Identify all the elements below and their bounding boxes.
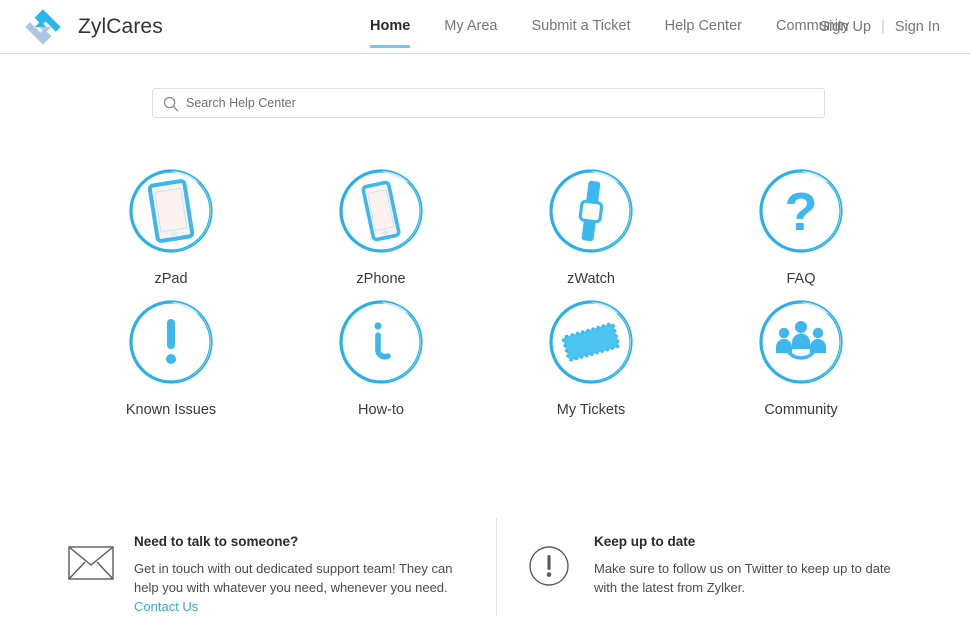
- nav-item-help-center[interactable]: Help Center: [665, 18, 742, 36]
- footer-contact-text: Need to talk to someone? Get in touch wi…: [134, 534, 454, 616]
- footer-updates-block: Keep up to date Make sure to follow us o…: [528, 534, 928, 597]
- footer-contact-title: Need to talk to someone?: [134, 534, 454, 549]
- category-row: Known Issues How-to: [66, 299, 906, 418]
- people-group-icon: [758, 299, 844, 385]
- category-zwatch[interactable]: zWatch: [486, 168, 696, 287]
- category-known-issues[interactable]: Known Issues: [66, 299, 276, 418]
- zylker-diamond-logo-icon: [24, 8, 62, 46]
- category-faq[interactable]: ? FAQ: [696, 168, 906, 287]
- footer-updates-text: Keep up to date Make sure to follow us o…: [594, 534, 914, 597]
- auth-separator: |: [881, 19, 885, 35]
- search-icon: [163, 96, 179, 112]
- category-label: Known Issues: [126, 402, 216, 418]
- brand-name: ZylCares: [78, 15, 163, 39]
- smartwatch-icon: [548, 168, 634, 254]
- category-label: How-to: [358, 402, 404, 418]
- footer: Need to talk to someone? Get in touch wi…: [0, 516, 970, 633]
- footer-updates-title: Keep up to date: [594, 534, 914, 549]
- footer-contact-body-text: Get in touch with out dedicated support …: [134, 561, 452, 595]
- nav-item-submit-a-ticket[interactable]: Submit a Ticket: [531, 18, 630, 36]
- footer-contact-body: Get in touch with out dedicated support …: [134, 559, 454, 616]
- category-zphone[interactable]: zPhone: [276, 168, 486, 287]
- exclamation-circle-icon: [528, 534, 574, 597]
- search-area: [152, 88, 825, 118]
- category-community[interactable]: Community: [696, 299, 906, 418]
- category-label: zPhone: [356, 271, 405, 287]
- nav-item-home[interactable]: Home: [370, 18, 410, 36]
- ticket-icon: [548, 299, 634, 385]
- category-how-to[interactable]: How-to: [276, 299, 486, 418]
- search-box[interactable]: [152, 88, 825, 118]
- help-center-page: ZylCares Home My Area Submit a Ticket He…: [0, 0, 970, 633]
- footer-divider: [496, 518, 497, 615]
- category-label: zPad: [154, 271, 187, 287]
- footer-contact-block: Need to talk to someone? Get in touch wi…: [68, 534, 468, 616]
- category-label: zWatch: [567, 271, 615, 287]
- category-label: FAQ: [786, 271, 815, 287]
- tablet-icon: [128, 168, 214, 254]
- contact-us-link[interactable]: Contact Us: [134, 599, 198, 614]
- svg-text:?: ?: [785, 182, 818, 242]
- envelope-icon: [68, 534, 114, 616]
- main-nav: Home My Area Submit a Ticket Help Center…: [370, 0, 883, 54]
- nav-item-my-area[interactable]: My Area: [444, 18, 497, 36]
- category-zpad[interactable]: zPad: [66, 168, 276, 287]
- question-mark-icon: ?: [758, 168, 844, 254]
- search-input[interactable]: [186, 90, 786, 116]
- info-i-icon: [338, 299, 424, 385]
- category-grid: zPad zPhone: [66, 168, 906, 430]
- smartphone-icon: [338, 168, 424, 254]
- footer-updates-body: Make sure to follow us on Twitter to kee…: [594, 559, 914, 597]
- brand-logo-area[interactable]: ZylCares: [24, 8, 163, 46]
- exclamation-mark-icon: [128, 299, 214, 385]
- site-header: ZylCares Home My Area Submit a Ticket He…: [0, 0, 970, 54]
- auth-links: Sign Up | Sign In: [819, 0, 940, 54]
- category-label: My Tickets: [557, 402, 625, 418]
- category-label: Community: [764, 402, 837, 418]
- sign-up-link[interactable]: Sign Up: [819, 19, 871, 35]
- category-my-tickets[interactable]: My Tickets: [486, 299, 696, 418]
- category-row: zPad zPhone: [66, 168, 906, 287]
- sign-in-link[interactable]: Sign In: [895, 19, 940, 35]
